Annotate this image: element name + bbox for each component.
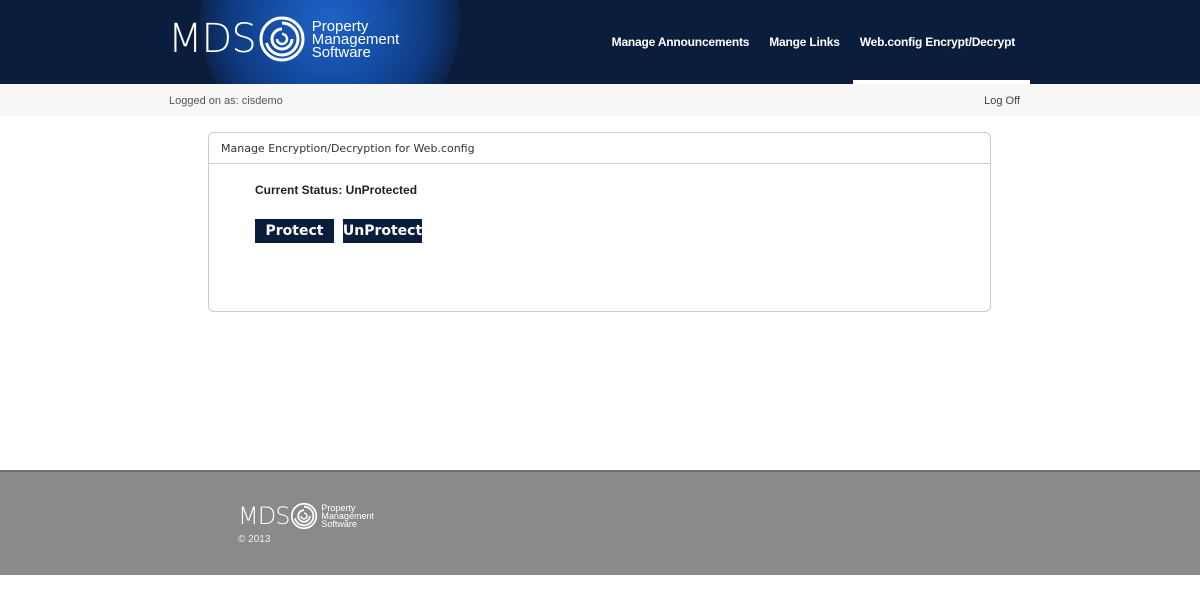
nav-item-manage-announcements[interactable]: Manage Announcements (602, 0, 760, 84)
main-nav: Manage Announcements Mange Links Web.con… (602, 0, 1031, 84)
encryption-panel: Manage Encryption/Decryption for Web.con… (208, 132, 991, 312)
logo-mds-text: MDS (168, 16, 257, 62)
footer-tagline-line: Software (321, 519, 357, 529)
nav-item-webconfig-encrypt[interactable]: Web.config Encrypt/Decrypt (850, 0, 1031, 84)
logo-tagline-line: Software (311, 43, 371, 61)
panel-title: Manage Encryption/Decryption for Web.con… (209, 133, 990, 164)
footer-logo-tagline: Property Management Software (321, 504, 374, 529)
footer-swirl-logo-icon (291, 502, 318, 530)
footer-logo: MDS Property Management Software (238, 502, 374, 530)
copyright-text: © 2013 (238, 534, 271, 545)
footer: MDS Property Management Software © 2013 (0, 470, 1200, 575)
unprotect-button[interactable]: UnProtect (343, 219, 422, 243)
status-text: Current Status: UnProtected (255, 183, 418, 197)
logged-on-text: Logged on as: cisdemo (169, 95, 283, 107)
protect-button[interactable]: Protect (255, 219, 334, 243)
nav-item-manage-links[interactable]: Mange Links (759, 0, 849, 84)
user-bar: Logged on as: cisdemo Log Off (0, 84, 1200, 116)
footer-logo-mds-text: MDS (238, 502, 290, 530)
header: MDS Property Management Software Manage … (0, 0, 1200, 84)
log-off-link[interactable]: Log Off (984, 95, 1020, 107)
logo-tagline: Property Management Software (311, 19, 400, 61)
logo[interactable]: MDS Property Management Software (168, 14, 399, 64)
swirl-logo-icon (259, 16, 305, 62)
